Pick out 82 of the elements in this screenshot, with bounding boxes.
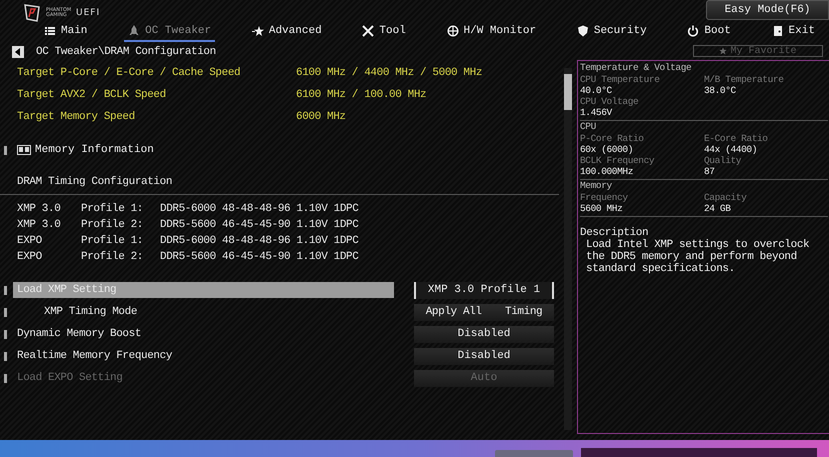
monitor-label: CPU Voltage	[580, 96, 640, 107]
profile-type: EXPO	[17, 235, 43, 247]
profile-name: Profile 1:	[81, 203, 144, 215]
menu-tab[interactable]: Tool	[358, 22, 410, 42]
section-heading: DRAM Timing Configuration	[0, 170, 559, 195]
profile-name: Profile 1:	[81, 235, 144, 247]
star-icon	[719, 47, 728, 55]
logo-icon	[22, 3, 42, 23]
row-marker-icon	[4, 146, 7, 154]
monitor-label: CPU Temperature	[580, 74, 661, 85]
list-icon	[44, 25, 56, 37]
monitor-label: Quality	[704, 155, 742, 166]
profile-spec: DDR5-5600 46-45-45-90 1.10V 1DPC	[160, 251, 358, 263]
menu-tab[interactable]: H/W Monitor	[442, 22, 540, 42]
profile-spec: DDR5-5600 46-45-45-90 1.10V 1DPC	[160, 219, 358, 231]
monitor-value: 60x (6000)	[580, 144, 634, 155]
row-marker-icon	[4, 330, 7, 338]
easy-mode-button[interactable]: Easy Mode(F6)	[706, 0, 829, 20]
monitor-value: 100.000MHz	[580, 166, 634, 177]
profile-spec: DDR5-6000 48-48-48-96 1.10V 1DPC	[160, 235, 358, 247]
menu-tab[interactable]: Exit	[768, 22, 819, 42]
menu-tab[interactable]: OC Tweaker	[124, 22, 216, 42]
row-marker-icon	[4, 286, 7, 294]
memory-information-link[interactable]: Memory Information	[35, 144, 154, 156]
monitor-label: Capacity	[704, 192, 748, 203]
target-label: Target AVX2 / BCLK Speed	[17, 89, 167, 101]
group-title: Temperature & Voltage	[580, 62, 692, 74]
setting-value-button[interactable]: Disabled	[414, 348, 554, 364]
monitor-value: 44x (4400)	[704, 144, 758, 155]
setting-label[interactable]: Dynamic Memory Boost	[13, 326, 394, 342]
group-title: Memory	[580, 180, 613, 192]
setting-value-button[interactable]: XMP 3.0 Profile 1	[414, 282, 554, 298]
profile-type: XMP 3.0	[17, 219, 62, 231]
profile-name: Profile 2:	[81, 219, 144, 231]
monitor-value: 87	[704, 166, 716, 177]
row-marker-icon	[4, 352, 7, 360]
shield-icon	[576, 25, 589, 37]
setting-label[interactable]: Realtime Memory Frequency	[13, 348, 394, 364]
breadcrumb: OC Tweaker\DRAM Configuration	[36, 46, 216, 58]
menu-tab[interactable]: Advanced	[248, 22, 326, 42]
monitor-value: 24 GB	[704, 203, 732, 214]
monitor-value: 5600 MHz	[580, 203, 624, 214]
star-icon	[252, 25, 264, 37]
power-icon	[687, 25, 700, 37]
monitor-label: P-Core Ratio	[580, 133, 645, 144]
uefi-label: UEFI	[76, 8, 100, 18]
monitor-value: 40.0°C	[580, 85, 613, 96]
option-text: Apply All	[426, 304, 482, 320]
menu-tab[interactable]: Main	[40, 22, 92, 42]
target-value: 6000 MHz	[296, 111, 346, 123]
row-marker-icon	[4, 374, 7, 382]
monitor-label: M/B Temperature	[704, 74, 785, 85]
menu-tab[interactable]: Boot	[683, 22, 735, 42]
scrollbar[interactable]	[564, 68, 572, 430]
back-arrow-icon	[14, 48, 22, 56]
door-icon	[772, 25, 784, 37]
monitor-value: 38.0°C	[704, 85, 737, 96]
back-button[interactable]	[12, 46, 24, 58]
menu-tab[interactable]: Security	[572, 22, 651, 42]
target-value: 6100 MHz / 4400 MHz / 5000 MHz	[296, 67, 482, 79]
setting-value-button[interactable]: Disabled	[414, 326, 554, 342]
setting-label[interactable]: XMP Timing Mode	[13, 304, 394, 320]
description-title: Description	[580, 227, 650, 239]
monitor-value: 1.456V	[580, 107, 613, 118]
target-label: Target P-Core / E-Core / Cache Speed	[17, 67, 242, 79]
monitor-label: Frequency	[580, 192, 629, 203]
target-value: 6100 MHz / 100.00 MHz	[296, 89, 426, 101]
profile-name: Profile 2:	[81, 251, 144, 263]
profile-type: XMP 3.0	[17, 203, 62, 215]
group-title: CPU	[580, 121, 597, 133]
option-text: Timing	[505, 304, 542, 320]
description-text: Load Intel XMP settings to overclock the DDR5 memory and perform beyond standard specifications.	[585, 239, 810, 275]
rocket-icon	[128, 25, 140, 37]
profile-spec: DDR5-6000 48-48-48-96 1.10V 1DPC	[160, 203, 358, 215]
memory-module-icon	[17, 145, 31, 155]
monitor-label: BCLK Frequency	[580, 155, 656, 166]
row-marker-icon	[4, 308, 7, 316]
crosshair-icon	[446, 25, 459, 37]
setting-value-button[interactable]: Apply All Timing	[414, 304, 554, 320]
monitor-label: E-Core Ratio	[704, 133, 769, 144]
profile-type: EXPO	[17, 251, 43, 263]
target-label: Target Memory Speed	[17, 111, 136, 123]
